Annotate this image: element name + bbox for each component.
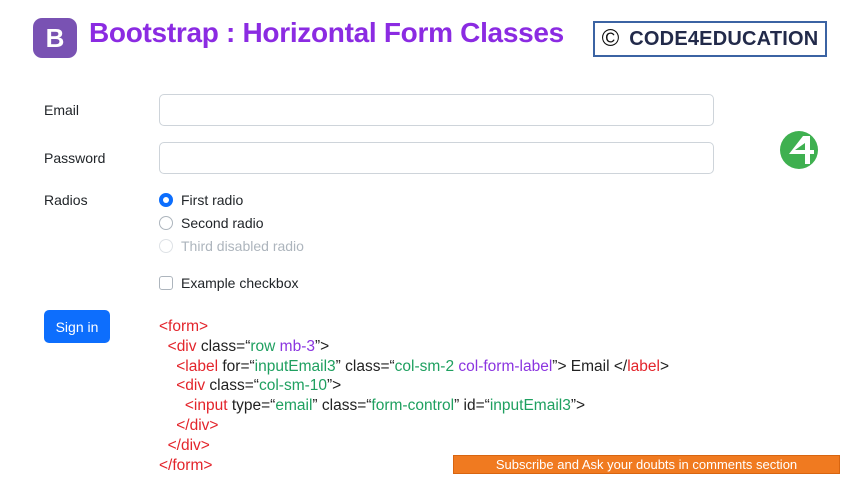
code-line-3: <label for=“inputEmail3” class=“col-sm-2… <box>176 357 670 375</box>
radio-first-label: First radio <box>181 192 244 208</box>
radio-first[interactable]: First radio <box>159 192 243 208</box>
bootstrap-logo: B <box>33 18 77 58</box>
email-field[interactable] <box>159 94 714 126</box>
code-snippet: <form> <div class=“row mb-3”> <label for… <box>159 317 669 475</box>
page-title: Bootstrap : Horizontal Form Classes <box>89 17 564 48</box>
password-field[interactable] <box>159 142 714 174</box>
radio-second-label: Second radio <box>181 215 264 231</box>
channel-brand-name: CODE4EDUCATION <box>629 27 819 50</box>
example-checkbox[interactable]: Example checkbox <box>159 275 299 291</box>
subscribe-banner: Subscribe and Ask your doubts in comment… <box>453 455 840 474</box>
bootstrap-logo-letter: B <box>45 22 65 53</box>
sign-in-button[interactable]: Sign in <box>44 310 110 343</box>
copyright-icon: © <box>601 25 620 52</box>
radio-unchecked-icon[interactable] <box>159 216 173 230</box>
code4-logo-icon <box>780 131 818 169</box>
checkbox-icon[interactable] <box>159 276 173 290</box>
code-line-8: </form> <box>159 456 213 474</box>
code-line-2: <div class=“row mb-3”> <box>167 337 330 355</box>
password-label: Password <box>44 150 106 166</box>
code-line-1: <form> <box>159 318 209 335</box>
radio-third-disabled: Third disabled radio <box>159 238 304 254</box>
radio-checked-icon[interactable] <box>159 193 173 207</box>
radio-disabled-icon <box>159 239 173 253</box>
code-line-6: </div> <box>176 416 219 434</box>
code-line-7: </div> <box>167 436 210 454</box>
code-line-5: <input type=“email” class=“form-control”… <box>184 397 586 415</box>
radio-second[interactable]: Second radio <box>159 215 264 231</box>
radio-third-label: Third disabled radio <box>181 238 304 254</box>
checkbox-label: Example checkbox <box>181 275 299 291</box>
code-line-4: <div class=“col-sm-10”> <box>176 377 342 395</box>
channel-brand-box: © CODE4EDUCATION <box>593 21 827 57</box>
email-label: Email <box>44 102 80 118</box>
radios-label: Radios <box>44 192 88 208</box>
